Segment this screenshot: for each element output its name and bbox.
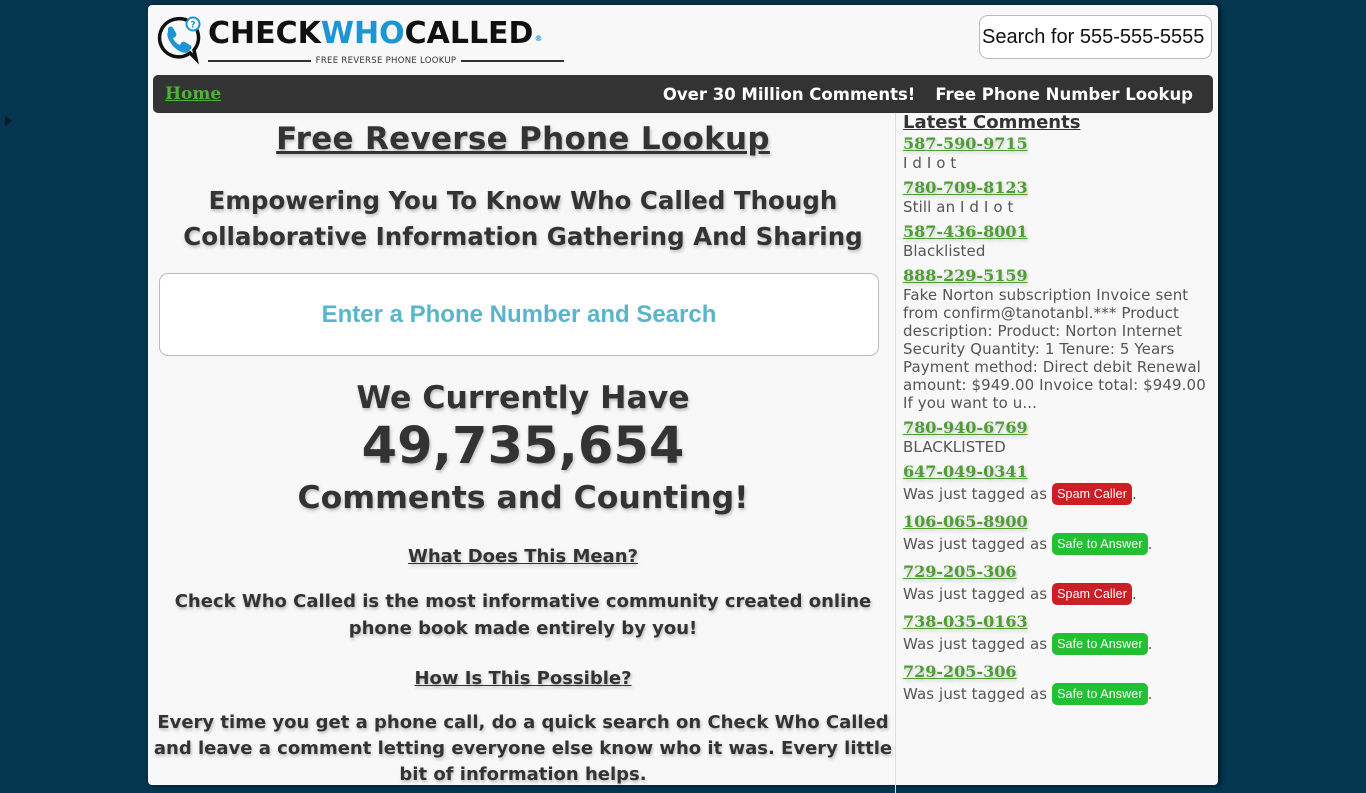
faq-question-2: How Is This Possible?	[414, 668, 632, 689]
faq-answer-2: Every time you get a phone call, do a qu…	[153, 712, 893, 785]
comment-phone-link[interactable]: 647-049-0341	[903, 461, 1028, 482]
comment-phone-link[interactable]: 780-709-8123	[903, 177, 1028, 198]
count-prefix: We Currently Have	[356, 380, 690, 416]
comment-text: Still an I d I o t	[903, 198, 1014, 216]
main-content: Free Reverse Phone Lookup Empowering You…	[153, 115, 893, 788]
comment-tag-line: Was just tagged as Safe to Answer.	[903, 683, 1153, 705]
header: ? CHECKWHOCALLED® FREE REVERSE PHONE LOO…	[148, 5, 1218, 75]
comment-tag-line: Was just tagged as Spam Caller.	[903, 483, 1137, 505]
faq-question-1: What Does This Mean?	[408, 546, 638, 567]
phone-search-input[interactable]	[979, 15, 1212, 59]
phone-bubble-icon: ?	[157, 16, 201, 65]
page-title: Free Reverse Phone Lookup	[276, 121, 770, 157]
safe-to-answer-badge: Safe to Answer	[1052, 683, 1148, 705]
comment-phone-link[interactable]: 780-940-6769	[903, 417, 1028, 438]
site-logo[interactable]: ? CHECKWHOCALLED® FREE REVERSE PHONE LOO…	[154, 15, 574, 67]
search-cta-button[interactable]: Enter a Phone Number and Search	[159, 273, 879, 356]
comment-phone-link[interactable]: 587-590-9715	[903, 133, 1028, 154]
tagline: Empowering You To Know Who Called Though…	[183, 186, 863, 251]
latest-comments-sidebar: Latest Comments 587-590-9715 I d I o t 780…	[895, 113, 1213, 793]
nav-comments-link[interactable]: Over 30 Million Comments!	[663, 85, 915, 104]
comment-phone-link[interactable]: 106-065-8900	[903, 511, 1028, 532]
spam-caller-badge: Spam Caller	[1052, 483, 1132, 505]
comment-phone-link[interactable]: 888-229-5159	[903, 265, 1028, 286]
comment-item: 587-590-9715 I d I o t	[903, 133, 1213, 172]
safe-to-answer-badge: Safe to Answer	[1052, 633, 1148, 655]
sidebar-toggle-arrow-icon[interactable]	[5, 116, 12, 126]
comment-count: 49,735,654	[361, 417, 685, 476]
comment-text: BLACKLISTED	[903, 438, 1006, 456]
logo-wordmark: CHECKWHOCALLED®	[208, 16, 543, 51]
comment-tag-line: Was just tagged as Spam Caller.	[903, 583, 1137, 605]
logo-tagline: FREE REVERSE PHONE LOOKUP	[208, 56, 565, 66]
faq-answer-1: Check Who Called is the most informative…	[174, 591, 872, 639]
nav-lookup-link[interactable]: Free Phone Number Lookup	[935, 85, 1193, 104]
comment-phone-link[interactable]: 729-205-306	[903, 661, 1016, 682]
comment-item: 888-229-5159 Fake Norton subscription Inv…	[903, 265, 1213, 412]
safe-to-answer-badge: Safe to Answer	[1052, 533, 1148, 555]
comment-item: 587-436-8001 Blacklisted	[903, 221, 1213, 260]
comment-phone-link[interactable]: 738-035-0163	[903, 611, 1028, 632]
comment-tag-line: Was just tagged as Safe to Answer.	[903, 533, 1153, 555]
comment-item: 647-049-0341 Was just tagged as Spam Call…	[903, 461, 1213, 506]
tag-prefix: Was just tagged as	[903, 685, 1048, 703]
comment-text: I d I o t	[903, 154, 957, 172]
tag-prefix: Was just tagged as	[903, 485, 1048, 503]
comment-item: 729-205-306 Was just tagged as Spam Calle…	[903, 561, 1213, 606]
page-container: ? CHECKWHOCALLED® FREE REVERSE PHONE LOO…	[148, 5, 1218, 793]
nav-bar: Home Over 30 Million Comments! Free Phon…	[153, 75, 1213, 113]
tag-prefix: Was just tagged as	[903, 585, 1048, 603]
tag-prefix: Was just tagged as	[903, 535, 1048, 553]
latest-comments-title: Latest Comments	[903, 112, 1081, 133]
spam-caller-badge: Spam Caller	[1052, 583, 1132, 605]
comment-item: 738-035-0163 Was just tagged as Safe to A…	[903, 611, 1213, 656]
nav-home-link[interactable]: Home	[165, 84, 221, 104]
comment-list: 587-590-9715 I d I o t 780-709-8123 Still a…	[903, 133, 1213, 706]
comment-tag-line: Was just tagged as Safe to Answer.	[903, 633, 1153, 655]
count-suffix: Comments and Counting!	[297, 480, 749, 516]
comment-item: 106-065-8900 Was just tagged as Safe to A…	[903, 511, 1213, 556]
comment-item: 780-940-6769 BLACKLISTED	[903, 417, 1213, 456]
tag-prefix: Was just tagged as	[903, 635, 1048, 653]
comment-text: Blacklisted	[903, 242, 986, 260]
comment-phone-link[interactable]: 729-205-306	[903, 561, 1016, 582]
svg-text:?: ?	[190, 21, 195, 31]
comment-item: 780-709-8123 Still an I d I o t	[903, 177, 1213, 216]
comment-item: 729-205-306 Was just tagged as Safe to An…	[903, 661, 1213, 706]
comment-phone-link[interactable]: 587-436-8001	[903, 221, 1028, 242]
comment-text: Fake Norton subscription Invoice sent fr…	[903, 286, 1206, 412]
